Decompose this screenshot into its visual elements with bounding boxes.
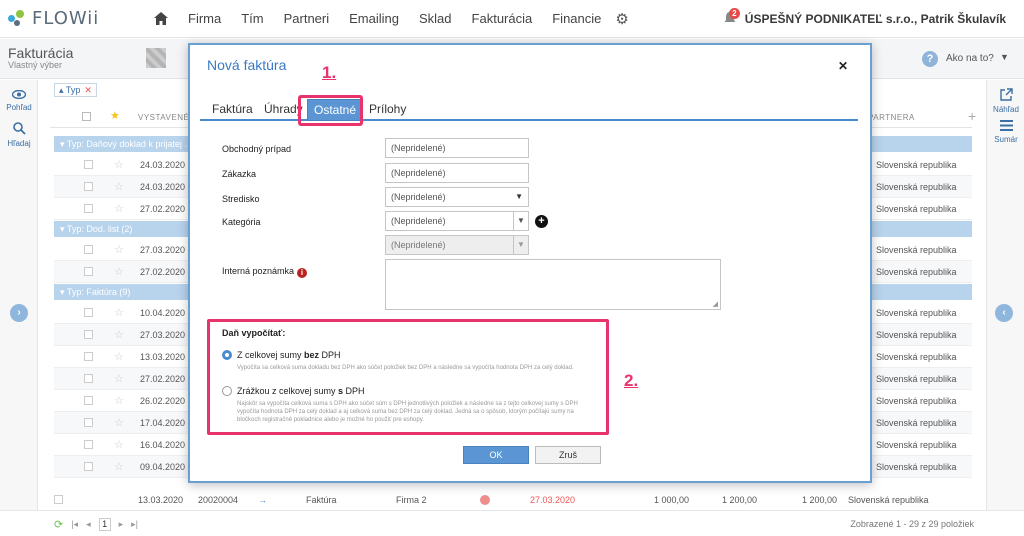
field-label-center: Stredisko (222, 194, 260, 204)
tax-from-net-radio[interactable] (222, 350, 232, 360)
info-icon[interactable]: i (297, 268, 308, 278)
tax-from-gross-description: Najskôr sa vypočíta celková suma s DPH a… (237, 401, 578, 423)
tax-from-gross-label[interactable]: Zrážkou z celkovej sumy s DPH (237, 386, 365, 396)
annotation-highlight-tab (298, 95, 363, 126)
annotation-2: 2. (624, 371, 639, 390)
field-label-business-case: Obchodný prípad (222, 144, 292, 154)
dialog-title: Nová faktúra (207, 57, 287, 73)
tax-calculation-box: Daň vypočítať: Z celkovej sumy bez DPH V… (207, 319, 609, 435)
category-select-value: (Nepridelené) (391, 216, 446, 226)
cancel-button[interactable]: Zruš (535, 446, 601, 464)
opt1-bold: bez (304, 350, 320, 360)
opt2-post: DPH (343, 386, 365, 396)
tab-invoice[interactable]: Faktúra (212, 102, 253, 116)
field-label-order: Zákazka (222, 169, 257, 179)
opt1-pre: Z celkovej sumy (237, 350, 305, 360)
tax-title: Daň vypočítať: (222, 328, 286, 338)
note-label: Interná poznámka (222, 266, 295, 276)
caret-down-icon[interactable]: ▼ (513, 211, 529, 231)
center-select[interactable]: (Nepridelené) ▼ (385, 187, 529, 207)
subcategory-select: (Nepridelené) ▼ (385, 235, 529, 255)
category-select[interactable]: (Nepridelené) ▼ (385, 211, 529, 231)
modal-overlay: Nová faktúra ✕ 1. Faktúra Úhrady Ostatné… (0, 0, 1024, 536)
new-invoice-dialog: Nová faktúra ✕ 1. Faktúra Úhrady Ostatné… (188, 43, 872, 483)
field-label-category: Kategória (222, 217, 261, 227)
annotation-1: 1. (322, 63, 337, 82)
caret-down-icon: ▼ (515, 192, 523, 201)
resize-grip-icon[interactable]: ◢ (713, 300, 718, 308)
center-select-value: (Nepridelené) (391, 192, 446, 202)
ok-button[interactable]: OK (463, 446, 529, 464)
internal-note-textarea[interactable]: ◢ (385, 259, 721, 310)
order-input[interactable]: (Nepridelené) (385, 163, 529, 183)
tax-from-net-description: Vypočíta sa celková suma dokladu bez DPH… (237, 365, 574, 371)
close-icon[interactable]: ✕ (838, 59, 848, 73)
subcategory-select-value: (Nepridelené) (391, 240, 446, 250)
add-category-icon[interactable]: + (535, 215, 548, 228)
tab-payments[interactable]: Úhrady (264, 102, 303, 116)
business-case-input[interactable]: (Nepridelené) (385, 138, 529, 158)
caret-down-icon: ▼ (513, 235, 529, 255)
opt1-post: DPH (319, 350, 341, 360)
tax-from-net-label[interactable]: Z celkovej sumy bez DPH (237, 350, 341, 360)
field-label-note: Interná poznámka i (222, 266, 308, 278)
tab-attachments[interactable]: Prílohy (369, 102, 406, 116)
tax-from-gross-radio[interactable] (222, 386, 232, 396)
opt2-pre: Zrážkou z celkovej sumy (237, 386, 339, 396)
